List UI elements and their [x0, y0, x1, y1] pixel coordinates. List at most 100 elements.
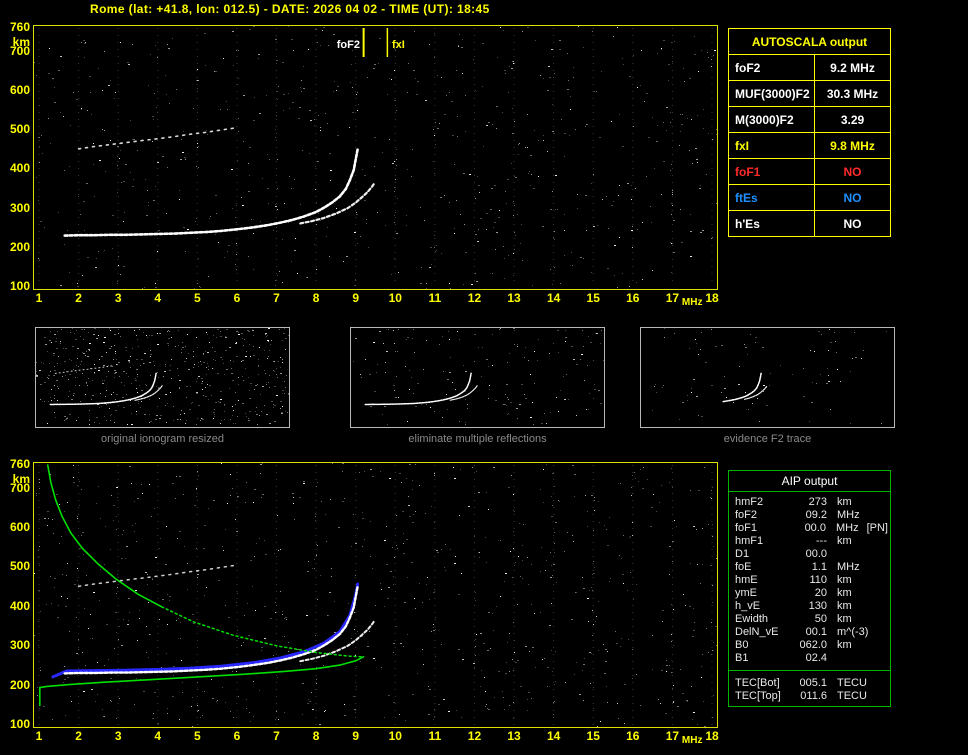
x-axis-tick-label: 6	[233, 729, 241, 743]
autoscala-param-value: 9.2 MHz	[814, 54, 891, 81]
x-axis-tick-label: 4	[154, 291, 162, 305]
y-axis-unit-label: km	[12, 35, 30, 49]
fof2-marker-label: foF2	[336, 39, 360, 51]
x-axis-tick-label: 1	[35, 291, 43, 305]
thumbnail-cleaned-canvas	[353, 328, 604, 425]
autoscala-param-value: 3.29	[814, 106, 891, 133]
x-axis-tick-label: 14	[546, 291, 561, 305]
autoscala-param-label: ftEs	[728, 184, 815, 211]
x-axis-tick-label: 13	[507, 729, 521, 743]
aip-param-value: 130	[808, 600, 827, 612]
x-axis-tick-label: 3	[114, 291, 122, 305]
ionogram-profile-canvas	[34, 463, 717, 727]
aip-param-value: 09.2	[805, 509, 827, 521]
y-axis-unit-label: km	[12, 472, 30, 486]
aip-param-unit: km	[837, 574, 852, 586]
aip-param-label: B0	[735, 639, 749, 651]
aip-row: B1 02.4	[735, 652, 888, 665]
y-axis-tick-label: 100	[9, 279, 30, 293]
aip-param-label: D1	[735, 548, 750, 560]
autoscala-output-table: AUTOSCALA output foF2 9.2 MHz MUF(3000)F2 3…	[728, 28, 891, 237]
aip-row: foE 1.1 MHz	[735, 561, 888, 574]
aip-param-unit: MHz	[837, 561, 860, 573]
aip-row: foF1 00.0 MHz [PN]	[735, 522, 888, 535]
aip-output-table: AIP output hmF2 273 km foF2 09.2 MHz foF1 00.0 M…	[728, 470, 891, 707]
aip-param-label: foF2	[735, 509, 758, 521]
ionogram-plot-with-profile	[33, 462, 718, 728]
aip-row: Ewidth 50 km	[735, 613, 888, 626]
x-axis-tick-label: 18	[705, 729, 719, 743]
x-axis-tick-label: 11	[428, 291, 442, 305]
aip-param-label: TEC[Bot]	[735, 677, 780, 689]
autoscala-param-label: M(3000)F2	[728, 106, 815, 133]
autoscala-param-label: MUF(3000)F2	[728, 80, 815, 107]
x-axis-tick-label: 15	[586, 729, 600, 743]
thumbnail-caption-cleaned: eliminate multiple reflections	[408, 433, 547, 445]
aip-param-value: 1.1	[811, 561, 827, 573]
autoscala-param-value: 30.3 MHz	[814, 80, 891, 107]
aip-table-header: AIP output	[729, 471, 890, 492]
aip-param-value: 005.1	[799, 677, 827, 689]
aip-param-unit: km	[837, 613, 852, 625]
x-axis-tick-label: 1	[35, 729, 43, 743]
thumbnail-f2-trace-evidence	[640, 327, 895, 428]
y-axis-tick-label: 300	[9, 200, 30, 215]
aip-param-flag: [PN]	[866, 522, 888, 534]
aip-row: foF2 09.2 MHz	[735, 509, 888, 522]
aip-param-unit: km	[837, 496, 852, 508]
y-axis-tick-label: 760	[9, 20, 30, 34]
x-axis-tick-label: 16	[626, 729, 640, 743]
aip-param-value: 00.1	[805, 626, 827, 638]
aip-param-label: Ewidth	[735, 613, 769, 625]
y-axis-tick-label: 400	[9, 161, 30, 176]
thumbnail-caption-f2-trace: evidence F2 trace	[723, 433, 812, 445]
y-axis-tick-label: 600	[9, 82, 30, 97]
autoscala-param-value: NO	[814, 184, 891, 211]
autoscala-row: foF2 9.2 MHz	[728, 54, 891, 81]
y-axis-tick-label: 400	[9, 598, 30, 613]
autoscala-table-header: AUTOSCALA output	[728, 28, 891, 55]
ionogram-plot-raw	[33, 25, 718, 290]
aip-param-unit: km	[837, 587, 852, 599]
autoscala-row: MUF(3000)F2 30.3 MHz	[728, 80, 891, 107]
aip-row: h_vE 130 km	[735, 600, 888, 613]
x-axis-tick-label: 8	[312, 291, 320, 305]
thumbnail-original-ionogram	[35, 327, 290, 428]
autoscala-row: ftEs NO	[728, 184, 891, 211]
aip-param-label: TEC[Top]	[735, 690, 781, 702]
aip-param-unit: km	[837, 535, 852, 547]
x-axis-tick-label: 16	[626, 291, 640, 305]
aip-param-unit: TECU	[837, 690, 867, 702]
autoscala-param-value: 9.8 MHz	[814, 132, 891, 159]
x-axis-tick-label: 11	[428, 729, 442, 743]
x-axis-tick-label: 10	[388, 729, 402, 743]
x-axis-tick-label: 3	[114, 729, 122, 743]
x-axis-unit-label: MHz	[681, 735, 703, 746]
aip-param-label: DelN_vE	[735, 626, 779, 638]
aip-param-label: hmE	[735, 574, 758, 586]
y-axis-tick-label: 200	[9, 239, 30, 254]
aip-param-value: 20	[814, 587, 827, 599]
aip-param-unit: km	[837, 639, 852, 651]
x-axis-tick-label: 5	[194, 729, 201, 743]
aip-row: TEC[Top] 011.6 TECU	[735, 690, 888, 703]
y-axis-tick-label: 200	[9, 677, 30, 692]
x-axis-tick-label: 12	[467, 729, 482, 743]
aip-param-unit: TECU	[837, 677, 867, 689]
x-axis-tick-label: 9	[352, 729, 360, 743]
aip-param-value: 062.0	[799, 639, 827, 651]
aip-param-label: B1	[735, 652, 749, 664]
aip-table-separator	[729, 670, 890, 671]
ionogram-raw-canvas	[34, 26, 717, 289]
autoscala-row: M(3000)F2 3.29	[728, 106, 891, 133]
x-axis-tick-label: 6	[233, 291, 241, 305]
x-axis-tick-label: 4	[154, 729, 162, 743]
y-axis-tick-label: 760	[9, 457, 30, 471]
aip-param-label: hmF1	[735, 535, 764, 547]
aip-row: DelN_vE 00.1 m^(-3)	[735, 626, 888, 639]
y-axis-tick-label: 300	[9, 638, 30, 653]
x-axis-tick-label: 17	[665, 291, 680, 305]
x-axis-tick-label: 17	[665, 729, 680, 743]
x-axis-tick-label: 8	[312, 729, 320, 743]
aip-row: B0 062.0 km	[735, 639, 888, 652]
